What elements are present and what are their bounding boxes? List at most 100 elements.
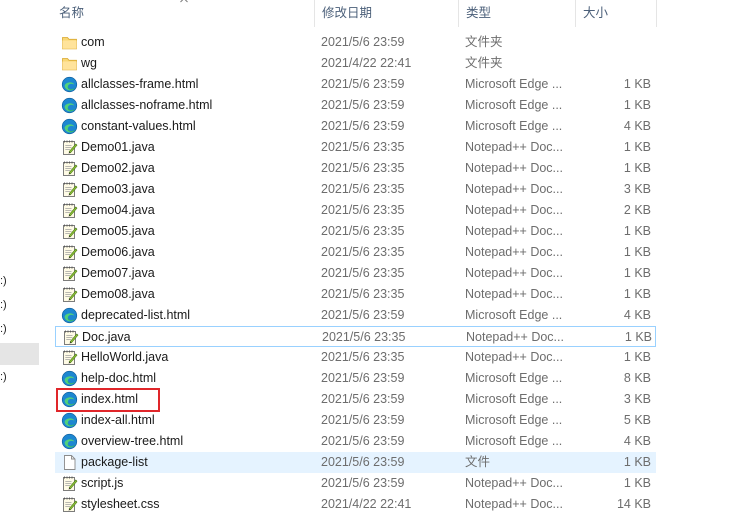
file-date: 2021/5/6 23:59: [321, 476, 405, 490]
file-name: allclasses-noframe.html: [81, 98, 213, 112]
file-row[interactable]: deprecated-list.html 2021/5/6 23:59 Micros…: [55, 305, 656, 326]
nav-item[interactable]: :): [0, 275, 7, 287]
file-row[interactable]: script.js 2021/5/6 23:59 Notepad++ Doc... 1…: [55, 473, 656, 494]
file-row[interactable]: Demo06.java 2021/5/6 23:35 Notepad++ Doc..…: [55, 242, 656, 263]
nav-item[interactable]: :): [0, 371, 7, 383]
file-type: Microsoft Edge ...: [465, 371, 563, 385]
nav-item[interactable]: :): [0, 323, 7, 335]
file-date: 2021/5/6 23:35: [321, 350, 405, 364]
file-size: 4 KB: [623, 119, 651, 133]
column-header-date[interactable]: 修改日期: [314, 0, 458, 27]
file-row[interactable]: help-doc.html 2021/5/6 23:59 Microsoft Edg…: [55, 368, 656, 389]
file-size: 1 KB: [624, 330, 652, 344]
file-size: 4 KB: [623, 434, 651, 448]
file-type: Notepad++ Doc...: [465, 161, 563, 175]
file-row[interactable]: Demo02.java 2021/5/6 23:35 Notepad++ Doc..…: [55, 158, 656, 179]
notepad-icon: [61, 181, 78, 198]
file-date: 2021/5/6 23:59: [321, 119, 405, 133]
file-row[interactable]: allclasses-noframe.html 2021/5/6 23:59 Mic…: [55, 95, 656, 116]
edge-icon: [61, 433, 78, 450]
file-row[interactable]: overview-tree.html 2021/5/6 23:59 Microsof…: [55, 431, 656, 452]
file-row[interactable]: allclasses-frame.html 2021/5/6 23:59 Micro…: [55, 74, 656, 95]
column-header-type[interactable]: 类型: [458, 0, 575, 27]
file-size: 1 KB: [623, 77, 651, 91]
file-size: 2 KB: [623, 203, 651, 217]
navigation-pane: :) :) :) :): [0, 0, 40, 516]
nav-item-label: :): [0, 371, 7, 383]
file-row[interactable]: Demo08.java 2021/5/6 23:35 Notepad++ Doc..…: [55, 284, 656, 305]
nav-item-selected[interactable]: [0, 343, 39, 365]
notepad-icon: [61, 223, 78, 240]
annotation-highlight-box: [56, 388, 160, 412]
file-date: 2021/5/6 23:35: [321, 245, 405, 259]
file-date: 2021/4/22 22:41: [321, 56, 412, 70]
file-row[interactable]: Demo01.java 2021/5/6 23:35 Notepad++ Doc..…: [55, 137, 656, 158]
file-name: constant-values.html: [81, 119, 196, 133]
file-row[interactable]: com 2021/5/6 23:59 文件夹: [55, 32, 656, 53]
file-type: Notepad++ Doc...: [466, 330, 564, 344]
file-type: Notepad++ Doc...: [465, 140, 563, 154]
file-size: 14 KB: [616, 497, 651, 511]
file-date: 2021/4/22 22:41: [321, 497, 412, 511]
file-row[interactable]: Demo07.java 2021/5/6 23:35 Notepad++ Doc..…: [55, 263, 656, 284]
notepad-icon: [61, 244, 78, 261]
nav-item-label: :): [0, 299, 7, 311]
file-date: 2021/5/6 23:35: [321, 266, 405, 280]
column-header-name[interactable]: 名称: [51, 0, 314, 27]
file-icon: [61, 454, 78, 471]
file-date: 2021/5/6 23:35: [321, 182, 405, 196]
file-list-pane: 名称 修改日期 类型 大小 com 2021/5/6 23:59 文件夹 wg 2021…: [40, 0, 734, 516]
file-date: 2021/5/6 23:59: [321, 455, 405, 469]
file-type: Notepad++ Doc...: [465, 182, 563, 196]
nav-item[interactable]: :): [0, 299, 7, 311]
file-name: Doc.java: [82, 330, 131, 344]
notepad-icon: [61, 496, 78, 513]
file-row[interactable]: index-all.html 2021/5/6 23:59 Microsoft Ed…: [55, 410, 656, 431]
file-type: 文件: [465, 455, 491, 469]
file-type: Microsoft Edge ...: [465, 77, 563, 91]
file-row[interactable]: Demo04.java 2021/5/6 23:35 Notepad++ Doc..…: [55, 200, 656, 221]
notepad-icon: [62, 329, 79, 346]
file-row[interactable]: Demo05.java 2021/5/6 23:35 Notepad++ Doc..…: [55, 221, 656, 242]
file-row[interactable]: HelloWorld.java 2021/5/6 23:35 Notepad++ D…: [55, 347, 656, 368]
file-type: 文件夹: [465, 56, 503, 70]
file-date: 2021/5/6 23:59: [321, 98, 405, 112]
column-divider[interactable]: [656, 0, 657, 27]
folder-icon: [61, 55, 78, 72]
file-row[interactable]: Doc.java 2021/5/6 23:35 Notepad++ Doc... 1 …: [55, 326, 656, 347]
file-type: Microsoft Edge ...: [465, 413, 563, 427]
file-name: script.js: [81, 476, 124, 490]
file-name: Demo04.java: [81, 203, 155, 217]
file-name: Demo03.java: [81, 182, 155, 196]
file-row[interactable]: wg 2021/4/22 22:41 文件夹: [55, 53, 656, 74]
file-name: Demo05.java: [81, 224, 155, 238]
file-size: 1 KB: [623, 287, 651, 301]
file-row[interactable]: Demo03.java 2021/5/6 23:35 Notepad++ Doc..…: [55, 179, 656, 200]
edge-icon: [61, 370, 78, 387]
file-date: 2021/5/6 23:35: [321, 140, 405, 154]
file-size: 5 KB: [623, 413, 651, 427]
file-name: Demo07.java: [81, 266, 155, 280]
file-size: 1 KB: [623, 266, 651, 280]
file-size: 8 KB: [623, 371, 651, 385]
file-type: Notepad++ Doc...: [465, 350, 563, 364]
file-size: 1 KB: [623, 161, 651, 175]
edge-icon: [61, 412, 78, 429]
file-name: com: [81, 35, 105, 49]
edge-icon: [61, 118, 78, 135]
file-size: [575, 32, 651, 53]
file-date: 2021/5/6 23:35: [321, 203, 405, 217]
file-name: wg: [81, 56, 97, 70]
file-date: 2021/5/6 23:59: [321, 371, 405, 385]
file-name: HelloWorld.java: [81, 350, 169, 364]
file-date: 2021/5/6 23:59: [321, 392, 405, 406]
notepad-icon: [61, 139, 78, 156]
file-row[interactable]: stylesheet.css 2021/4/22 22:41 Notepad++ D…: [55, 494, 656, 515]
column-header-size[interactable]: 大小: [575, 0, 656, 27]
file-size: 1 KB: [623, 245, 651, 259]
file-row[interactable]: constant-values.html 2021/5/6 23:59 Micros…: [55, 116, 656, 137]
file-row[interactable]: package-list 2021/5/6 23:59 文件 1 KB: [55, 452, 656, 473]
file-name: help-doc.html: [81, 371, 157, 385]
file-type: Microsoft Edge ...: [465, 119, 563, 133]
file-name: Demo01.java: [81, 140, 155, 154]
